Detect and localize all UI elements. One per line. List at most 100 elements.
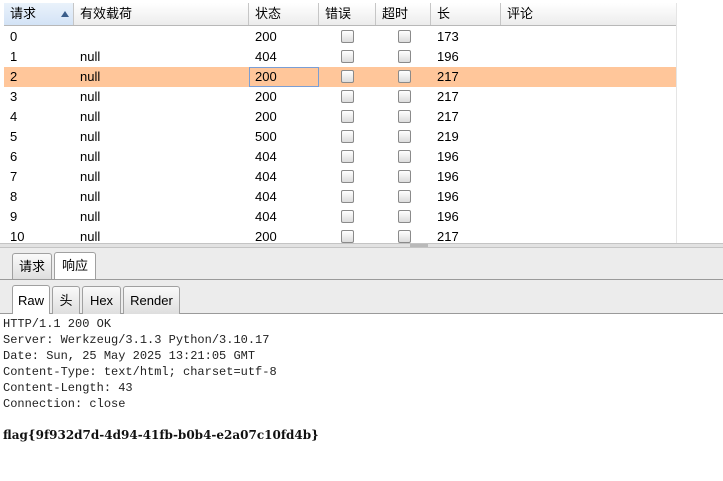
comment-cell xyxy=(501,47,676,67)
tab-request[interactable]: 请求 xyxy=(12,253,52,279)
timeout-checkbox[interactable] xyxy=(398,70,411,83)
request-cell: 3 xyxy=(10,89,18,104)
error-checkbox[interactable] xyxy=(341,70,354,83)
table-row[interactable]: 4 null 200 217 xyxy=(4,107,676,127)
view-tab-bar: Raw 头 Hex Render xyxy=(0,280,723,314)
status-cell: 200 xyxy=(255,29,277,44)
tab-raw[interactable]: Raw xyxy=(12,285,50,314)
table-row[interactable]: 0 200 173 xyxy=(4,27,676,47)
column-header-timeout[interactable]: 超时 xyxy=(376,3,431,25)
timeout-checkbox[interactable] xyxy=(398,210,411,223)
request-cell: 0 xyxy=(10,29,18,44)
length-cell: 217 xyxy=(437,69,459,84)
error-checkbox[interactable] xyxy=(341,210,354,223)
response-status-line: HTTP/1.1 200 OK xyxy=(3,317,112,331)
error-checkbox[interactable] xyxy=(341,50,354,63)
length-cell: 217 xyxy=(437,229,459,243)
message-tab-bar: 请求 响应 xyxy=(0,248,723,280)
comment-cell xyxy=(501,87,676,107)
status-cell: 404 xyxy=(255,49,277,64)
length-cell: 196 xyxy=(437,49,459,64)
status-cell: 404 xyxy=(255,189,277,204)
status-cell: 200 xyxy=(255,229,277,243)
tab-response[interactable]: 响应 xyxy=(54,252,96,279)
table-row[interactable]: 1 null 404 196 xyxy=(4,47,676,67)
timeout-checkbox[interactable] xyxy=(398,30,411,43)
request-cell: 9 xyxy=(10,209,18,224)
column-header-error[interactable]: 错误 xyxy=(319,3,376,25)
response-header-date: Date: Sun, 25 May 2025 13:21:05 GMT xyxy=(3,349,256,363)
payload-cell: null xyxy=(80,149,101,164)
status-cell: 404 xyxy=(255,169,277,184)
error-checkbox[interactable] xyxy=(341,30,354,43)
error-checkbox[interactable] xyxy=(341,110,354,123)
table-row[interactable]: 8 null 404 196 xyxy=(4,187,676,207)
length-cell: 196 xyxy=(437,209,459,224)
status-cell: 200 xyxy=(249,67,319,87)
request-cell: 4 xyxy=(10,109,18,124)
length-cell: 196 xyxy=(437,189,459,204)
payload-cell: null xyxy=(80,209,101,224)
payload-cell: null xyxy=(80,89,101,104)
tab-headers[interactable]: 头 xyxy=(52,286,80,314)
comment-cell xyxy=(501,207,676,227)
length-cell: 219 xyxy=(437,129,459,144)
column-header-comment[interactable]: 评论 xyxy=(501,3,676,25)
request-cell: 5 xyxy=(10,129,18,144)
comment-cell xyxy=(501,67,676,87)
error-checkbox[interactable] xyxy=(341,130,354,143)
timeout-checkbox[interactable] xyxy=(398,150,411,163)
status-cell: 404 xyxy=(255,149,277,164)
error-checkbox[interactable] xyxy=(341,150,354,163)
payload-cell: null xyxy=(80,109,101,124)
request-cell: 6 xyxy=(10,149,18,164)
table-row[interactable]: 2 null 200 217 xyxy=(4,67,676,87)
splitter-grip-icon[interactable] xyxy=(410,244,428,247)
response-header-server: Server: Werkzeug/3.1.3 Python/3.10.17 xyxy=(3,333,270,347)
request-cell: 7 xyxy=(10,169,18,184)
error-checkbox[interactable] xyxy=(341,90,354,103)
table-row[interactable]: 5 null 500 219 xyxy=(4,127,676,147)
table-row[interactable]: 10 null 200 217 xyxy=(4,227,676,243)
response-raw-view[interactable]: HTTP/1.1 200 OK Server: Werkzeug/3.1.3 P… xyxy=(0,314,723,481)
request-cell: 8 xyxy=(10,189,18,204)
timeout-checkbox[interactable] xyxy=(398,230,411,243)
timeout-checkbox[interactable] xyxy=(398,50,411,63)
request-cell: 1 xyxy=(10,49,18,64)
length-cell: 217 xyxy=(437,109,459,124)
error-checkbox[interactable] xyxy=(341,230,354,243)
tab-hex[interactable]: Hex xyxy=(82,286,121,314)
request-cell: 10 xyxy=(10,229,25,243)
timeout-checkbox[interactable] xyxy=(398,110,411,123)
tab-render[interactable]: Render xyxy=(123,286,180,314)
response-header-content-length: Content-Length: 43 xyxy=(3,381,133,395)
status-cell: 200 xyxy=(255,109,277,124)
payload-cell: null xyxy=(80,69,101,84)
request-cell: 2 xyxy=(10,69,18,84)
timeout-checkbox[interactable] xyxy=(398,190,411,203)
comment-cell xyxy=(501,187,676,207)
payload-cell: null xyxy=(80,129,101,144)
length-cell: 217 xyxy=(437,89,459,104)
error-checkbox[interactable] xyxy=(341,190,354,203)
column-header-length[interactable]: 长 xyxy=(431,3,501,25)
timeout-checkbox[interactable] xyxy=(398,130,411,143)
table-row[interactable]: 7 null 404 196 xyxy=(4,167,676,187)
length-cell: 196 xyxy=(437,149,459,164)
column-header-status[interactable]: 状态 xyxy=(249,3,319,25)
table-row[interactable]: 3 null 200 217 xyxy=(4,87,676,107)
timeout-checkbox[interactable] xyxy=(398,170,411,183)
length-cell: 173 xyxy=(437,29,459,44)
payload-cell: null xyxy=(80,229,101,243)
comment-cell xyxy=(501,167,676,187)
status-cell: 200 xyxy=(255,89,277,104)
table-row[interactable]: 6 null 404 196 xyxy=(4,147,676,167)
error-checkbox[interactable] xyxy=(341,170,354,183)
column-header-request[interactable]: 请求 xyxy=(4,3,74,25)
column-header-payload[interactable]: 有效载荷 xyxy=(74,3,249,25)
payload-cell: null xyxy=(80,49,101,64)
timeout-checkbox[interactable] xyxy=(398,90,411,103)
payload-cell: null xyxy=(80,169,101,184)
table-row[interactable]: 9 null 404 196 xyxy=(4,207,676,227)
response-header-connection: Connection: close xyxy=(3,397,126,411)
